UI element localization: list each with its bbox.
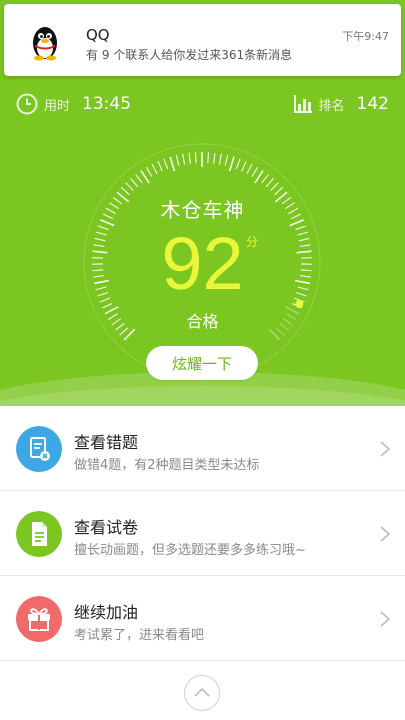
gauge-tick: [169, 156, 176, 172]
gauge-tick: [182, 153, 186, 165]
wrong-answers-icon: [16, 426, 62, 472]
gauge-tick: [241, 160, 247, 172]
gauge-tick: [130, 177, 139, 188]
chevron-right-icon: [380, 526, 391, 542]
gauge-tick: [145, 166, 153, 177]
rank-value: 142: [356, 94, 389, 114]
notification-message: 有 9 个联系人给你发过来361条新消息: [86, 48, 293, 62]
list-item-subtitle: 做错4题，有2种题目类型未达标: [74, 458, 260, 473]
scroll-up-button[interactable]: [184, 675, 220, 711]
gift-icon: [16, 596, 62, 642]
gauge-tick: [175, 154, 180, 166]
gauge-tick: [235, 158, 241, 170]
list-item-title: 查看错题: [74, 433, 139, 452]
list-item-title: 查看试卷: [74, 518, 139, 537]
chevron-up-icon: [194, 687, 210, 697]
chevron-right-icon: [380, 611, 391, 627]
share-button[interactable]: 炫耀一下: [146, 346, 258, 380]
gauge-tick: [265, 177, 274, 188]
gauge-tick: [135, 173, 143, 184]
gauge-tick: [251, 166, 259, 177]
notification-time: 下午9:47: [342, 30, 389, 43]
time-value: 13:45: [82, 94, 132, 114]
elapsed-time: 用时 13:45: [16, 92, 131, 116]
qq-penguin-icon: [20, 16, 70, 66]
notification-app-name: QQ: [86, 26, 110, 44]
gauge-tick: [261, 173, 269, 184]
bar-chart-icon: [293, 95, 312, 113]
clock-icon: [16, 93, 38, 115]
list-item-subtitle: 擅长动画题，但多选题还要多多练习哦~: [74, 543, 306, 558]
gauge-tick: [140, 170, 150, 184]
chevron-right-icon: [380, 441, 391, 457]
qq-notification[interactable]: QQ 有 9 个联系人给你发过来361条新消息 下午9:47: [4, 4, 401, 76]
gauge-tick: [213, 152, 216, 164]
gauge-tick: [246, 163, 253, 175]
score-value: 92: [161, 222, 244, 305]
gauge-tick: [157, 160, 163, 172]
gauge-tick: [125, 182, 134, 192]
gauge-tick: [188, 152, 191, 164]
gauge-tick: [254, 170, 264, 184]
gauge-tick: [163, 158, 169, 170]
time-label: 用时: [44, 98, 71, 114]
ranking: 排名 142: [293, 92, 389, 116]
gauge-tick: [218, 153, 222, 165]
action-list: 查看错题 做错4题，有2种题目类型未达标 查看试卷 擅长动画题，但多选题还要多多…: [0, 406, 405, 661]
gauge-tick: [151, 163, 158, 175]
gauge-tick: [194, 152, 197, 164]
document-icon: [16, 511, 62, 557]
gauge-tick: [270, 182, 279, 192]
gauge-tick: [207, 152, 210, 164]
list-item-keep-going[interactable]: 继续加油 考试累了，进来看看吧: [0, 576, 405, 661]
rank-label: 排名: [318, 98, 345, 114]
list-item-wrong-answers[interactable]: 查看错题 做错4题，有2种题目类型未达标: [0, 406, 405, 491]
grade-label: 合格: [186, 312, 219, 331]
result-title: 木仓车神: [160, 198, 245, 222]
list-item-subtitle: 考试累了，进来看看吧: [74, 628, 205, 643]
list-item-view-paper[interactable]: 查看试卷 擅长动画题，但多选题还要多多练习哦~: [0, 491, 405, 576]
gauge-tick: [224, 154, 229, 166]
gauge-tick: [228, 156, 235, 172]
score-unit: 分: [246, 235, 259, 249]
list-item-title: 继续加油: [74, 603, 139, 622]
